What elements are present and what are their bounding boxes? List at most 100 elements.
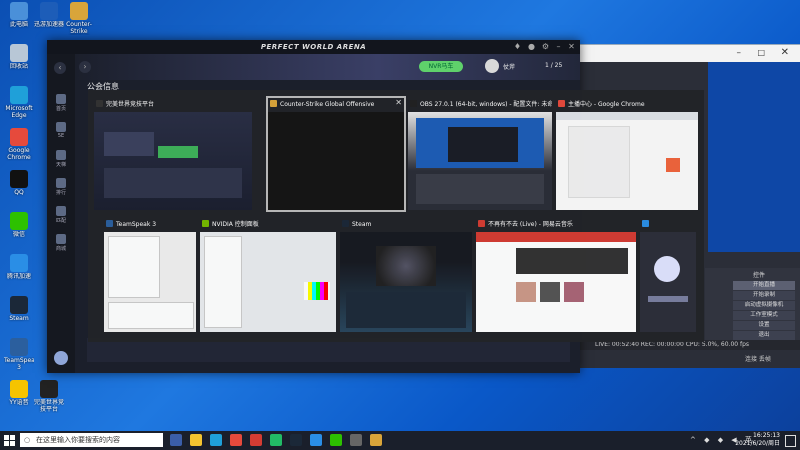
sidebar-item[interactable]: 天梯	[52, 150, 70, 168]
obs-control-button[interactable]: 启动虚拟摄像机	[733, 301, 795, 310]
taskbar-search-input[interactable]: ○ 在这里输入你要搜索的内容	[20, 433, 163, 447]
desktop-icon-label: YY语音	[9, 399, 29, 406]
sidebar-item-icon	[56, 206, 66, 216]
obs-control-button[interactable]: 工作室模式	[733, 311, 795, 320]
taskbar-app-icon[interactable]	[290, 434, 302, 446]
bell-icon[interactable]: ♦	[513, 42, 522, 51]
taskbar-app-icon[interactable]	[270, 434, 282, 446]
status-badge[interactable]: NVR马车	[419, 61, 463, 72]
desktop-icon[interactable]: QQ	[4, 170, 34, 203]
sidebar-item[interactable]: 匹配	[52, 206, 70, 224]
app-icon	[558, 100, 565, 107]
minimize-icon[interactable]: –	[737, 48, 742, 58]
clock-date: 2021/6/20/周日	[735, 440, 780, 447]
chat-icon[interactable]: ●	[527, 42, 536, 51]
back-icon[interactable]: ‹	[54, 62, 66, 74]
taskbar-app-icon[interactable]	[170, 434, 182, 446]
avatar[interactable]	[54, 351, 68, 365]
start-button[interactable]	[4, 435, 15, 446]
close-icon[interactable]: ✕	[395, 98, 402, 107]
switcher-tile[interactable]	[640, 218, 696, 332]
desktop-icon-label: TeamSpeak 3	[4, 357, 34, 371]
taskbar-app-icon[interactable]	[310, 434, 322, 446]
taskbar-app-icon[interactable]	[210, 434, 222, 446]
desktop-icon[interactable]: 回收站	[4, 44, 34, 77]
desktop-icon[interactable]: 此电脑	[4, 2, 34, 35]
window-thumbnail	[476, 232, 636, 332]
switcher-tile-title: NVIDIA 控制面板	[212, 221, 259, 228]
taskbar-app-icon[interactable]	[350, 434, 362, 446]
switcher-tile[interactable]: OBS 27.0.1 (64-bit, windows) - 配置文件: 未命名…	[408, 98, 552, 210]
switcher-tile[interactable]: Steam	[340, 218, 472, 332]
sidebar-item[interactable]: 排行	[52, 178, 70, 196]
desktop-icon[interactable]: TeamSpeak 3	[4, 338, 34, 371]
forward-icon[interactable]: ›	[79, 61, 91, 73]
sidebar-item-icon	[56, 150, 66, 160]
window-thumbnail	[340, 232, 472, 332]
app-icon	[342, 220, 349, 227]
switcher-tile-header: OBS 27.0.1 (64-bit, windows) - 配置文件: 未命名…	[408, 98, 552, 112]
desktop-icon[interactable]: 迅游加速器	[34, 2, 64, 35]
thumbnail-detail	[108, 302, 194, 329]
switcher-tile[interactable]: NVIDIA 控制面板	[200, 218, 336, 332]
thumbnail-detail	[568, 126, 630, 198]
sidebar-item-label: 排行	[55, 190, 66, 196]
pwa-header-bar: › NVR马车 仗斧 1 / 25	[75, 54, 580, 80]
minimize-icon[interactable]: –	[554, 42, 563, 51]
sidebar-item-icon	[56, 178, 66, 188]
obs-control-button[interactable]: 设置	[733, 321, 795, 330]
switcher-tile[interactable]: 完美世界竞技平台	[94, 98, 252, 210]
switcher-tile[interactable]: TeamSpeak 3	[104, 218, 196, 332]
desktop-icon[interactable]: Microsoft Edge	[4, 86, 34, 119]
notification-icon[interactable]	[785, 435, 796, 447]
search-icon: ○	[24, 436, 31, 444]
pwa-title-bar: PERFECT WORLD ARENA ♦ ● ⚙ – ✕	[47, 40, 580, 54]
maximize-icon[interactable]: □	[757, 48, 765, 57]
switcher-tile[interactable]: 不再有不去 (Live) - 网易云音乐	[476, 218, 636, 332]
window-thumbnail	[268, 112, 404, 210]
taskbar-clock[interactable]: 16:25:13 2021/6/20/周日	[735, 432, 780, 448]
sidebar-item-label: 天梯	[55, 162, 66, 168]
sidebar-item[interactable]: 首页	[52, 94, 70, 112]
desktop-icon[interactable]: Counter-Strike Global Offensive	[64, 2, 94, 35]
sidebar-item[interactable]: 5E	[52, 122, 70, 139]
desktop-icon[interactable]: 微信	[4, 212, 34, 245]
app-icon	[40, 2, 58, 20]
thumbnail-detail	[516, 282, 536, 302]
close-icon[interactable]: ✕	[567, 42, 576, 51]
sidebar-item[interactable]: 商城	[52, 234, 70, 252]
username[interactable]: 仗斧	[503, 62, 515, 71]
desktop-icon-label: Google Chrome	[7, 147, 31, 161]
thumbnail-detail	[104, 132, 154, 156]
desktop-icon[interactable]: 完美世界竞技平台	[34, 380, 64, 413]
switcher-tile-title: Counter-Strike Global Offensive	[280, 101, 375, 108]
sidebar-item-icon	[56, 122, 66, 132]
app-icon	[642, 220, 649, 227]
desktop-icon[interactable]: Steam	[4, 296, 34, 329]
settings-icon[interactable]: ⚙	[541, 42, 550, 51]
switcher-tile-header: 完美世界竞技平台	[94, 98, 252, 112]
sidebar-item-label: 5E	[57, 133, 65, 139]
app-icon	[10, 380, 28, 398]
app-icon	[106, 220, 113, 227]
switcher-tile[interactable]: Counter-Strike Global Offensive ✕	[266, 96, 406, 212]
taskbar-app-icon[interactable]	[330, 434, 342, 446]
thumbnail-detail	[416, 174, 544, 204]
desktop-icon[interactable]: Google Chrome	[4, 128, 34, 161]
desktop-icon[interactable]: YY语音	[4, 380, 34, 413]
switcher-tile[interactable]: 主播中心 - Google Chrome	[556, 98, 698, 210]
taskbar-app-icon[interactable]	[190, 434, 202, 446]
taskbar-app-icon[interactable]	[230, 434, 242, 446]
obs-control-button[interactable]: 开始直播	[733, 281, 795, 290]
user-avatar[interactable]	[485, 59, 499, 73]
thumbnail-detail	[448, 127, 518, 162]
obs-control-button[interactable]: 开始录制	[733, 291, 795, 300]
close-icon[interactable]: ✕	[781, 47, 789, 58]
taskbar-app-icon[interactable]	[370, 434, 382, 446]
taskbar-app-icon[interactable]	[250, 434, 262, 446]
thumbnail-detail	[654, 256, 680, 282]
desktop-icon[interactable]: 腾讯加速	[4, 254, 34, 287]
task-switcher: 完美世界竞技平台 Counter-Strike Global Offensive ✕…	[88, 90, 704, 342]
obs-control-button[interactable]: 退出	[733, 331, 795, 340]
desktop-icon-label: QQ	[14, 189, 24, 196]
